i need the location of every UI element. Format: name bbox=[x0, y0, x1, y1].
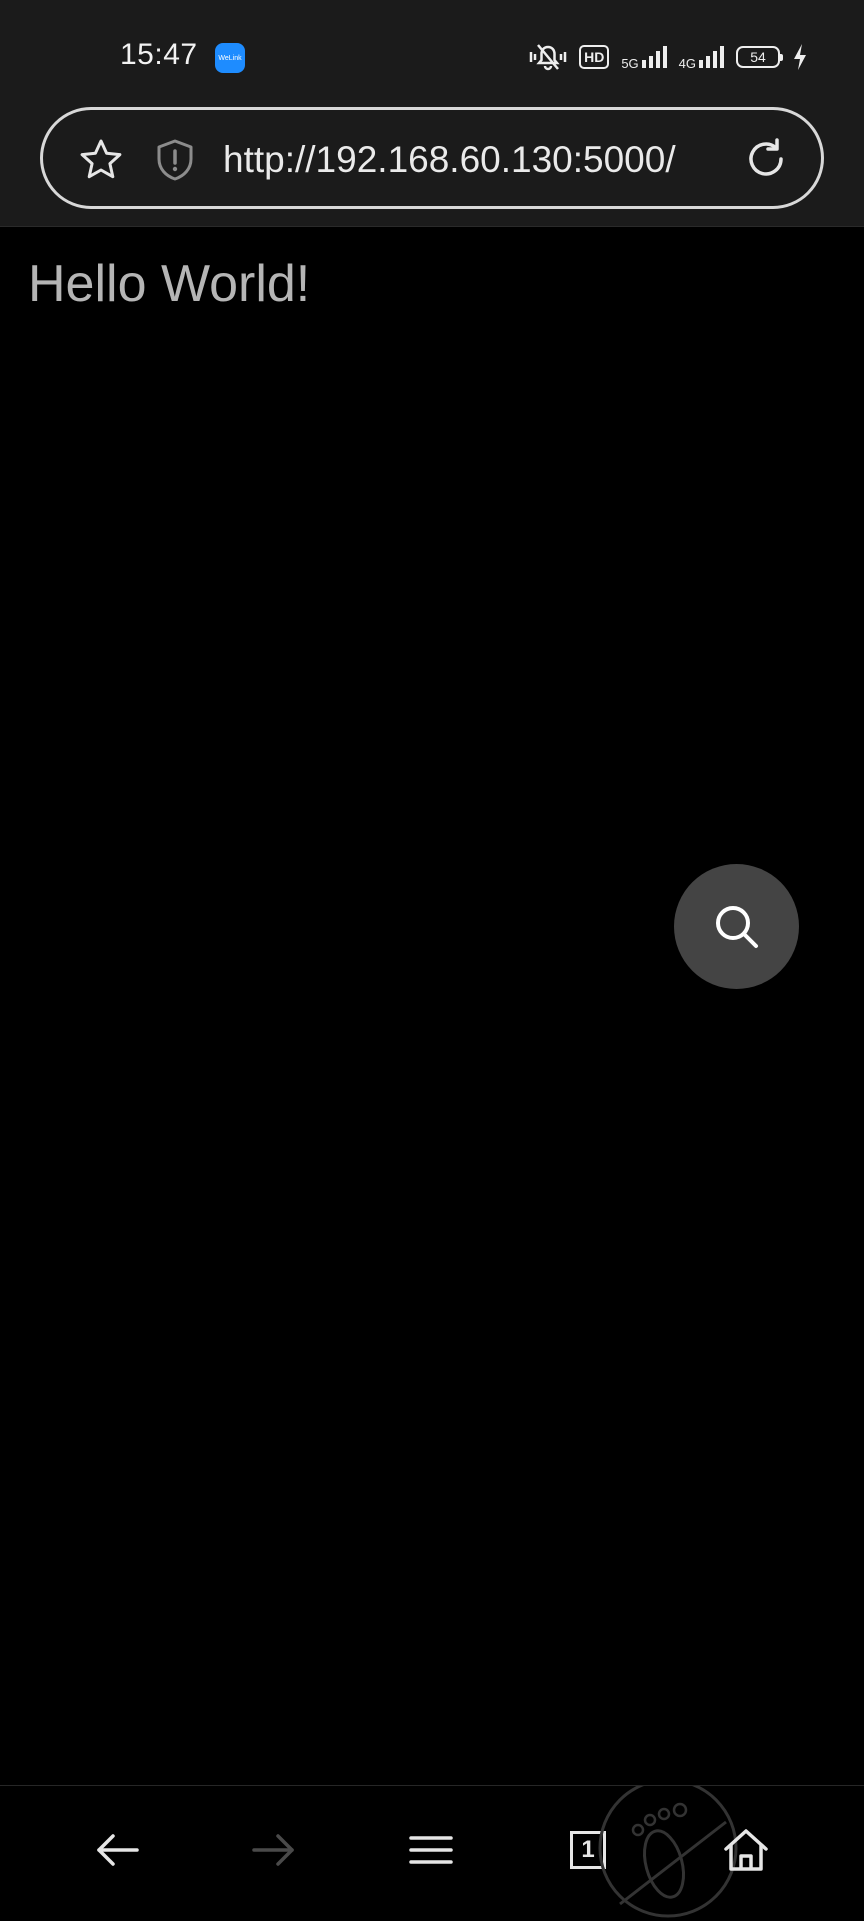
hd-badge: HD bbox=[579, 45, 610, 69]
reload-icon[interactable] bbox=[741, 134, 791, 184]
page-heading: Hello World! bbox=[28, 255, 311, 313]
back-arrow-icon bbox=[97, 1834, 139, 1866]
browser-top-chrome: 15:47 WeLink HD 5G 4G 54 http://192.168.… bbox=[0, 0, 864, 227]
address-bar[interactable]: http://192.168.60.130:5000/ bbox=[40, 107, 824, 209]
star-icon[interactable] bbox=[77, 136, 125, 184]
home-icon bbox=[724, 1829, 768, 1871]
signal-4g: 4G bbox=[679, 44, 724, 70]
status-icons: HD 5G 4G 54 bbox=[529, 40, 808, 74]
charging-icon bbox=[794, 44, 806, 70]
network-4g-label: 4G bbox=[678, 56, 696, 71]
menu-button[interactable] bbox=[391, 1810, 471, 1890]
menu-icon bbox=[409, 1836, 453, 1864]
back-button[interactable] bbox=[77, 1810, 157, 1890]
forward-button[interactable] bbox=[234, 1810, 314, 1890]
search-icon bbox=[715, 905, 758, 948]
mute-icon bbox=[529, 44, 567, 71]
url-text[interactable]: http://192.168.60.130:5000/ bbox=[223, 138, 753, 182]
status-time: 15:47 bbox=[120, 38, 198, 71]
search-fab-button[interactable] bbox=[674, 864, 799, 989]
signal-icon bbox=[641, 46, 667, 68]
signal-icon bbox=[699, 46, 724, 68]
welink-app-icon: WeLink bbox=[215, 43, 245, 73]
signal-5g: 5G bbox=[621, 44, 667, 71]
battery-indicator: 54 bbox=[736, 46, 783, 68]
status-bar: 15:47 WeLink HD 5G 4G 54 bbox=[0, 0, 864, 100]
shield-warning-icon[interactable] bbox=[153, 138, 197, 182]
bottom-nav-bar: 1 bbox=[0, 1785, 864, 1921]
network-5g-label: 5G bbox=[621, 56, 639, 71]
forward-arrow-icon bbox=[252, 1834, 294, 1866]
home-button[interactable] bbox=[706, 1810, 786, 1890]
